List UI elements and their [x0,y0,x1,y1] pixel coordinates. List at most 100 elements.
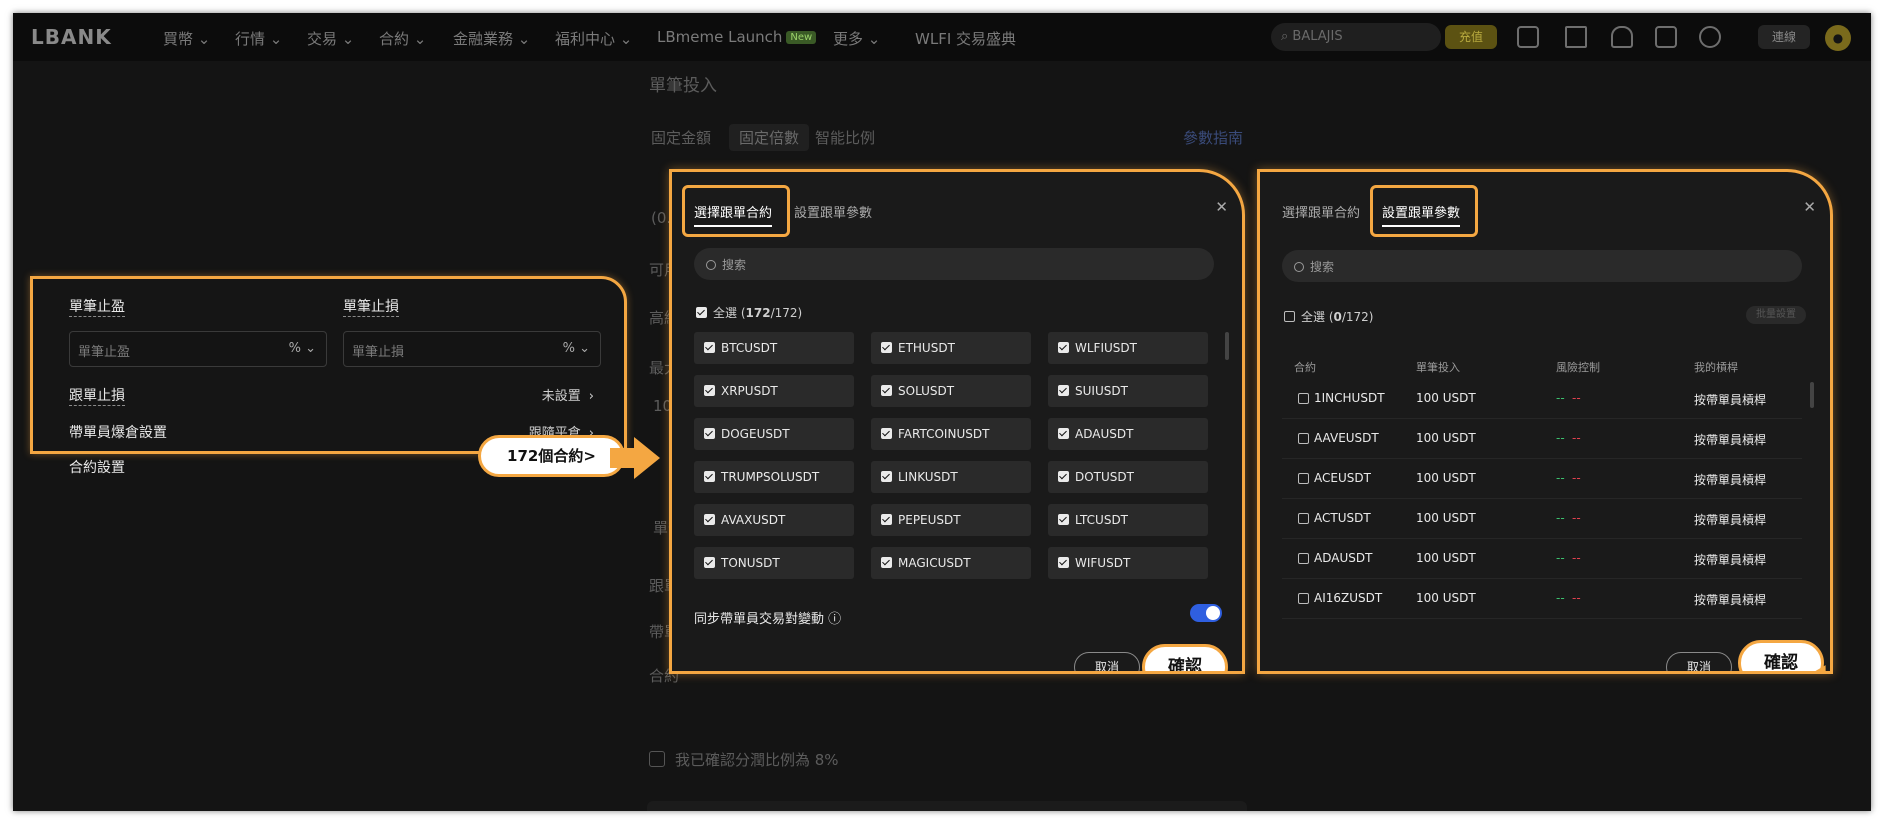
sync-toggle[interactable] [1190,604,1222,622]
contract-tile[interactable]: MAGICUSDT [871,547,1031,579]
contract-tile[interactable]: WLFIUSDT [1048,332,1208,364]
row-checkbox[interactable] [1298,593,1309,604]
table-scrollbar[interactable] [1810,382,1814,408]
contract-tile[interactable]: AVAXUSDT [694,504,854,536]
table-row[interactable]: AAVEUSDT 100 USDT -- -- 按帶單員槓桿 [1282,419,1802,459]
contract-tile[interactable]: FARTCOINUSDT [871,418,1031,450]
search-placeholder: 搜索 [1310,260,1335,274]
contract-tile[interactable]: DOTUSDT [1048,461,1208,493]
contract-tile-label: SUIUSDT [1075,384,1128,398]
contract-tile[interactable]: XRPUSDT [694,375,854,407]
nav-buy-crypto[interactable]: 買幣 ⌄ [163,28,210,49]
close-icon[interactable]: ✕ [1803,198,1816,216]
cell-leverage[interactable]: 按帶單員槓桿 [1694,431,1766,448]
nav-trade[interactable]: 交易 ⌄ [307,28,354,49]
table-row[interactable]: AI16ZUSDT 100 USDT -- -- 按帶單員槓桿 [1282,579,1802,619]
wallet-icon[interactable] [1517,26,1539,48]
follow-sl-setting[interactable]: 未設置 › [542,385,594,404]
avatar[interactable]: ● [1825,25,1851,51]
connect-button[interactable]: 連線 [1758,25,1810,49]
bg-params-guide-link[interactable]: 參數指南 [1183,127,1243,148]
cell-contract: ACEUSDT [1314,471,1371,485]
download-icon[interactable] [1655,26,1677,48]
cell-leverage[interactable]: 按帶單員槓桿 [1694,511,1766,528]
contract-search-input[interactable]: 搜索 [694,248,1214,280]
bg-tab-fixed-amount[interactable]: 固定金額 [651,127,711,148]
tp-placeholder: 單筆止盈 [78,345,131,360]
tp-unit-select[interactable]: % ⌄ [289,341,316,356]
cell-leverage[interactable]: 按帶單員槓桿 [1694,391,1766,408]
grid-scrollbar[interactable] [1225,332,1229,360]
tab-set-params[interactable]: 設置跟單參數 [794,202,872,221]
batch-set-button[interactable]: 批量設置 [1746,306,1806,324]
contract-tile[interactable]: TONUSDT [694,547,854,579]
contract-tile-label: FARTCOINUSDT [898,427,990,441]
row-checkbox[interactable] [1298,553,1309,564]
cancel-button[interactable]: 取消 [1074,652,1140,671]
table-row[interactable]: ADAUSDT 100 USDT -- -- 按帶單員槓桿 [1282,539,1802,579]
nav-search-input[interactable]: ⌕ BALAJIS [1271,23,1441,51]
table-row[interactable]: ACEUSDT 100 USDT -- -- 按帶單員槓桿 [1282,459,1802,499]
row-checkbox[interactable] [1298,393,1309,404]
checkbox-checked-icon [1058,428,1069,439]
nav-rewards[interactable]: 福利中心 ⌄ [555,28,632,49]
table-row[interactable]: ACTUSDT 100 USDT -- -- 按帶單員槓桿 [1282,499,1802,539]
contract-tile[interactable]: ETHUSDT [871,332,1031,364]
bg-submit-button[interactable]: ▪▪▪ [647,801,1247,811]
sl-unit-select[interactable]: % ⌄ [563,341,590,356]
nav-more[interactable]: 更多 ⌄ [833,28,880,49]
close-icon[interactable]: ✕ [1215,198,1228,216]
bg-tab-fixed-multiple[interactable]: 固定倍數 [729,124,810,151]
cell-leverage[interactable]: 按帶單員槓桿 [1694,591,1766,608]
tab-select-contracts[interactable]: 選擇跟單合約 [1282,202,1360,221]
contract-tile[interactable]: ADAUSDT [1048,418,1208,450]
cell-contract: 1INCHUSDT [1314,391,1385,405]
confirm-button[interactable]: 確認 [1738,640,1824,671]
row-checkbox[interactable] [1298,433,1309,444]
nav-lbmeme-label: LBmeme Launch [657,28,783,46]
nav-finance[interactable]: 金融業務 ⌄ [453,28,530,49]
checkbox-checked-icon [1058,385,1069,396]
nav-futures[interactable]: 合約 ⌄ [379,28,426,49]
contract-tile[interactable]: DOGEUSDT [694,418,854,450]
header-risk: 風險控制 [1556,361,1600,374]
row-checkbox[interactable] [1298,513,1309,524]
row-checkbox[interactable] [1298,473,1309,484]
contract-tile[interactable]: WIFUSDT [1048,547,1208,579]
bg-tab-smart-ratio[interactable]: 智能比例 [815,127,875,148]
contract-tile[interactable]: SUIUSDT [1048,375,1208,407]
nav-lbmeme-launch[interactable]: LBmeme Launch New [657,28,817,46]
bg-agree-checkbox[interactable] [649,751,665,767]
cancel-button[interactable]: 取消 [1666,652,1732,671]
contract-tile[interactable]: LTCUSDT [1048,504,1208,536]
contract-tile[interactable]: BTCUSDT [694,332,854,364]
header-contract: 合約 [1294,361,1316,374]
cell-leverage[interactable]: 按帶單員槓桿 [1694,551,1766,568]
sl-input[interactable]: 單筆止損 % ⌄ [343,331,601,367]
confirm-button[interactable]: 確認 [1142,644,1228,671]
arrow-right-icon [610,437,660,479]
select-all-checkbox[interactable]: 全選 (0/172) [1284,308,1374,325]
checkbox-checked-icon [881,342,892,353]
cell-leverage[interactable]: 按帶單員槓桿 [1694,471,1766,488]
contract-search-input[interactable]: 搜索 [1282,250,1802,282]
contract-tile[interactable]: PEPEUSDT [871,504,1031,536]
lbank-logo[interactable]: LBANK [31,25,112,49]
contract-tile[interactable]: TRUMPSOLUSDT [694,461,854,493]
tp-input[interactable]: 單筆止盈 % ⌄ [69,331,327,367]
nav-markets[interactable]: 行情 ⌄ [235,28,282,49]
deposit-button[interactable]: 充值 [1445,25,1497,49]
orders-icon[interactable] [1565,26,1587,48]
contract-count-callout[interactable]: 172個合約> [478,435,625,477]
sl-label: 單筆止損 [343,299,399,317]
top-nav: LBANK 買幣 ⌄ 行情 ⌄ 交易 ⌄ 合約 ⌄ 金融業務 ⌄ 福利中心 ⌄ … [13,13,1871,61]
checkbox-checked-icon [881,385,892,396]
table-row[interactable]: 1INCHUSDT 100 USDT -- -- 按帶單員槓桿 [1282,379,1802,419]
globe-icon[interactable] [1699,26,1721,48]
bell-icon[interactable] [1611,26,1633,48]
checkbox-checked-icon [881,557,892,568]
contract-tile[interactable]: SOLUSDT [871,375,1031,407]
select-all-checkbox[interactable]: 全選 (172/172) [696,304,802,321]
nav-wlfi-event[interactable]: WLFI 交易盛典 [915,28,1016,49]
contract-tile[interactable]: LINKUSDT [871,461,1031,493]
